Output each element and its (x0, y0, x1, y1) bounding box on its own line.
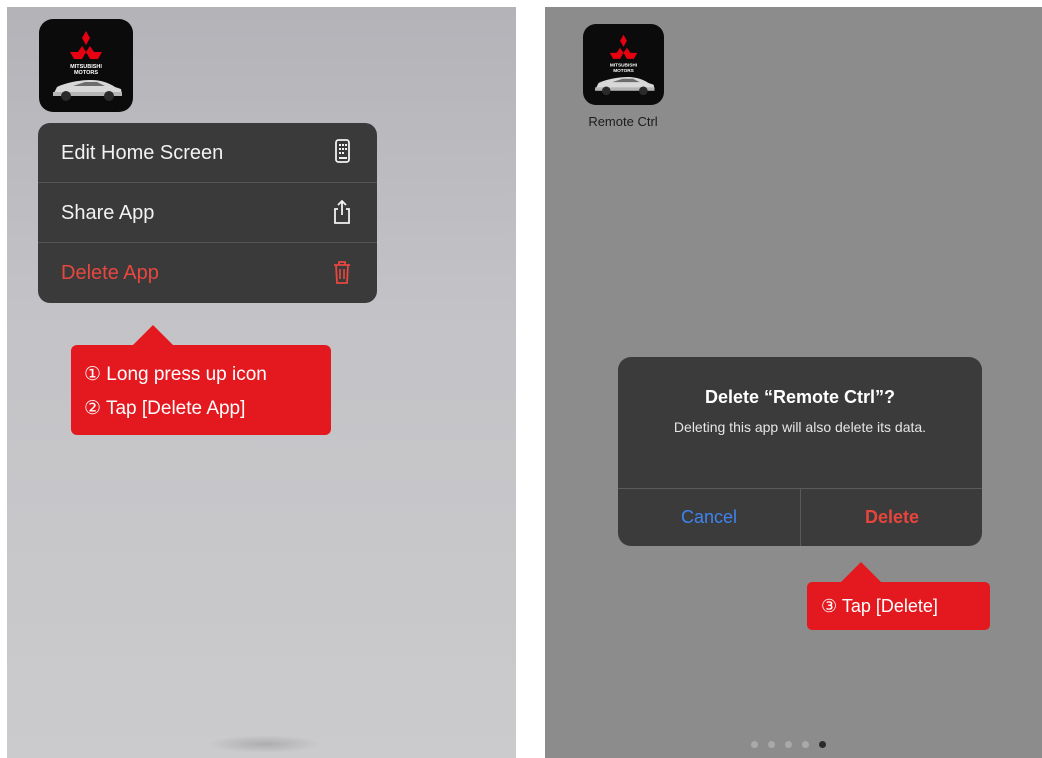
app-context-menu: Edit Home Screen Share App Delete App (38, 123, 377, 303)
svg-text:MOTORS: MOTORS (613, 68, 634, 74)
phone-grid-icon (331, 138, 353, 166)
share-app-label: Share App (61, 202, 155, 224)
callout-line-2: ② Tap [Delete App] (84, 398, 246, 419)
cancel-button[interactable]: Cancel (618, 488, 800, 546)
mitsubishi-app-icon[interactable]: MITSUBISHI MOTORS (39, 19, 133, 112)
callout-line-1: ① Long press up icon (84, 364, 267, 385)
instruction-callout-2: ③ Tap [Delete] (807, 562, 990, 630)
delete-confirm-dialog: Delete “Remote Ctrl”? Deleting this app … (618, 357, 982, 546)
page-dot (768, 741, 775, 748)
instruction-callout-1: ① Long press up icon ② Tap [Delete App] (71, 325, 331, 435)
mitsubishi-logo-icon: MITSUBISHI MOTORS (53, 31, 122, 101)
delete-app-label: Delete App (61, 262, 159, 284)
trash-icon (331, 258, 353, 286)
callout-pointer (839, 562, 883, 584)
mitsubishi-app-icon[interactable]: MITSUBISHI MOTORS (583, 24, 664, 105)
svg-text:MITSUBISHI: MITSUBISHI (610, 63, 637, 69)
mitsubishi-logo-icon: MITSUBISHI MOTORS (595, 34, 655, 96)
share-app-item[interactable]: Share App (38, 183, 377, 242)
delete-app-item[interactable]: Delete App (38, 243, 377, 302)
callout-line-3: ③ Tap [Delete] (821, 596, 938, 616)
callout-pointer (131, 325, 175, 347)
delete-button[interactable]: Delete (801, 488, 982, 546)
edit-home-screen-item[interactable]: Edit Home Screen (38, 123, 377, 182)
page-dot (802, 741, 809, 748)
app-name-label: Remote Ctrl (588, 114, 658, 129)
edit-home-screen-label: Edit Home Screen (61, 142, 224, 164)
dialog-message: Deleting this app will also delete its d… (673, 419, 927, 435)
left-screen: MITSUBISHI MOTORS Edit Home Screen Share… (7, 7, 516, 758)
page-dot (785, 741, 792, 748)
home-indicator (207, 735, 322, 753)
dialog-title: Delete “Remote Ctrl”? (704, 387, 896, 407)
right-screen: MITSUBISHI MOTORS Remote Ctrl Delete “Re… (545, 7, 1042, 758)
page-dot-active (819, 741, 826, 748)
page-dot (751, 741, 758, 748)
svg-text:MOTORS: MOTORS (74, 70, 98, 76)
share-icon (331, 198, 353, 226)
